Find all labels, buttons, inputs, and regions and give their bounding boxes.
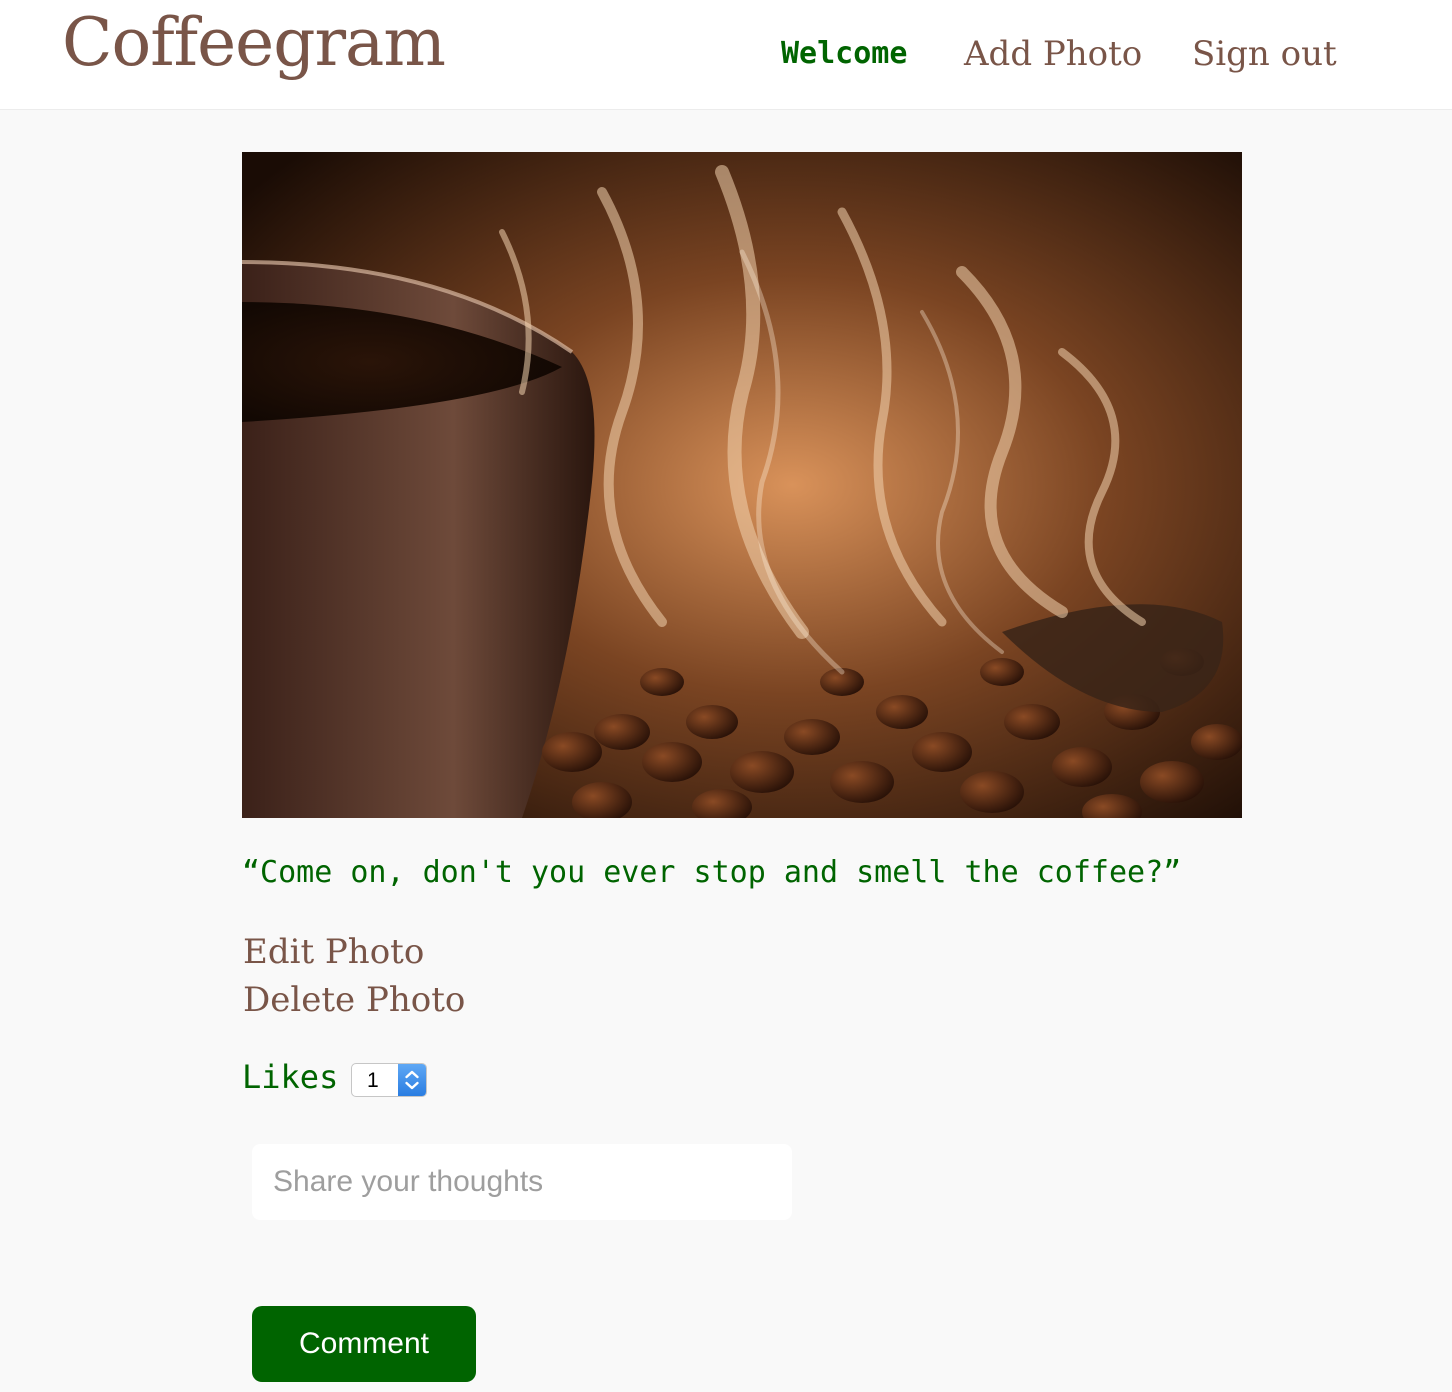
nav-sign-out-link[interactable]: Sign out [1192,30,1337,78]
brand-logo[interactable]: Coffeegram [62,2,446,84]
likes-label: Likes [242,1058,339,1096]
photo-caption: “Come on, don't you ever stop and smell … [242,855,1182,890]
comment-button[interactable]: Comment [252,1306,476,1382]
likes-value: 1 [367,1069,379,1092]
comment-input[interactable] [252,1144,792,1220]
select-arrows-icon [398,1064,426,1096]
coffee-photo [242,152,1242,818]
likes-select[interactable]: 1 [351,1063,427,1097]
top-navbar: Coffeegram Welcome Add Photo Sign out [0,0,1452,110]
nav-welcome-link[interactable]: Welcome [781,30,907,78]
coffee-photo-image [242,152,1242,818]
nav-add-photo-link[interactable]: Add Photo [964,30,1142,78]
edit-photo-link[interactable]: Edit Photo [243,930,424,974]
delete-photo-link[interactable]: Delete Photo [243,978,465,1022]
